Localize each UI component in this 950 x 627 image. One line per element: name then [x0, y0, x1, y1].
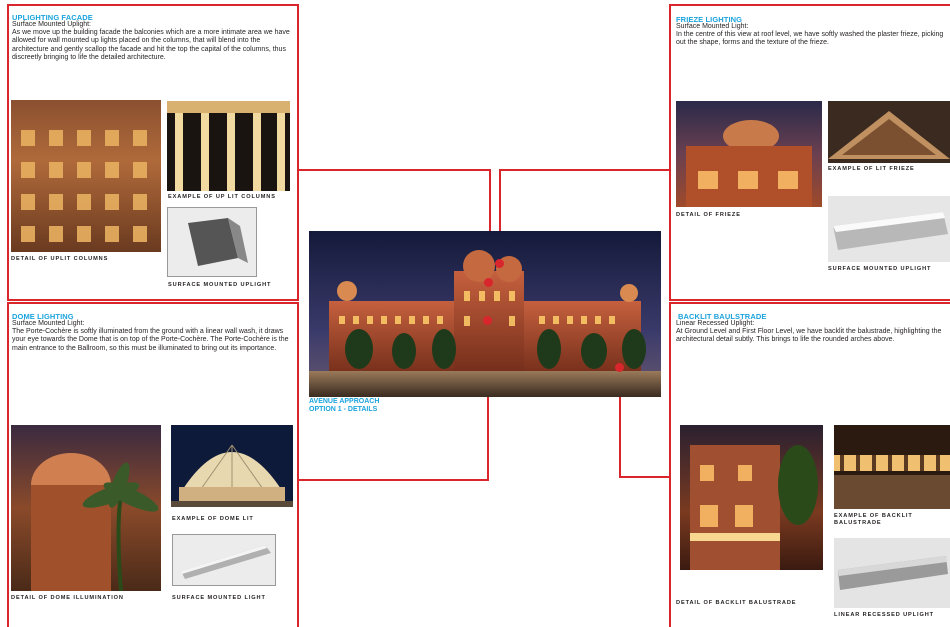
frieze-caption-fixture: SURFACE MOUNTED UPLIGHT — [828, 266, 932, 272]
dome-illumination-photo — [11, 425, 161, 591]
backlit-balustrade-photo — [680, 425, 823, 570]
dome-caption-main: DETAIL OF DOME ILLUMINATION — [11, 595, 124, 601]
uplighting-caption-example: EXAMPLE OF UP LIT COLUMNS — [168, 194, 276, 200]
frieze-caption-main: DETAIL OF FRIEZE — [676, 212, 741, 218]
uplit-columns-example-photo — [167, 101, 290, 191]
uplighting-subtitle: Surface Mounted Uplight: — [12, 21, 91, 28]
linear-recessed-fixture-photo — [834, 538, 950, 608]
callout-dot — [495, 259, 504, 268]
dome-caption-example: EXAMPLE OF DOME LIT — [172, 516, 254, 522]
backlit-caption-main: DETAIL OF BACKLIT BALUSTRADE — [676, 600, 797, 606]
page-title: AVENUE APPROACH OPTION 1 - DETAILS — [309, 398, 379, 414]
connector-line — [619, 476, 670, 478]
uplighting-caption-fixture: SURFACE MOUNTED UPLIGHT — [168, 282, 272, 288]
uplighting-caption-main: DETAIL OF UPLIT COLUMNS — [11, 256, 109, 262]
dome-subtitle: Surface Mounted Light: — [12, 320, 85, 327]
frieze-detail-photo — [676, 101, 822, 207]
dome-fixture-photo — [172, 534, 276, 586]
backlit-caption-example: EXAMPLE OF BACKLIT BALUSTRADE — [834, 513, 913, 526]
backlit-body: At Ground Level and First Floor Level, w… — [676, 328, 942, 344]
backlit-caption-fixture: LINEAR RECESSED UPLIGHT — [834, 612, 934, 618]
dome-caption-fixture: SURFACE MOUNTED LIGHT — [172, 595, 266, 601]
connector-line — [499, 169, 669, 171]
frieze-body: In the centre of this view at roof level… — [676, 31, 944, 47]
frieze-fixture-photo — [828, 196, 950, 262]
surface-uplight-fixture-photo — [167, 207, 257, 277]
backlit-balustrade-example-photo — [834, 425, 950, 509]
callout-dot — [615, 363, 624, 372]
uplit-columns-photo — [11, 100, 161, 252]
dome-lit-example-photo — [171, 425, 293, 507]
lit-frieze-example-photo — [828, 101, 950, 163]
page-title-line2: OPTION 1 - DETAILS — [309, 406, 378, 413]
page-title-line1: AVENUE APPROACH — [309, 398, 380, 405]
uplighting-body: As we move up the building facade the ba… — [12, 29, 290, 61]
frieze-subtitle: Surface Mounted Light: — [676, 23, 749, 30]
callout-dot — [483, 316, 492, 325]
callout-dot — [484, 278, 493, 287]
avenue-approach-image — [309, 231, 661, 397]
dome-body: The Porte-Cochère is softly illuminated … — [12, 328, 289, 352]
connector-line — [298, 479, 489, 481]
connector-line — [298, 169, 490, 171]
backlit-subtitle: Linear Recessed Uplight: — [676, 320, 755, 327]
frieze-caption-example: EXAMPLE OF LIT FRIEZE — [828, 166, 915, 172]
